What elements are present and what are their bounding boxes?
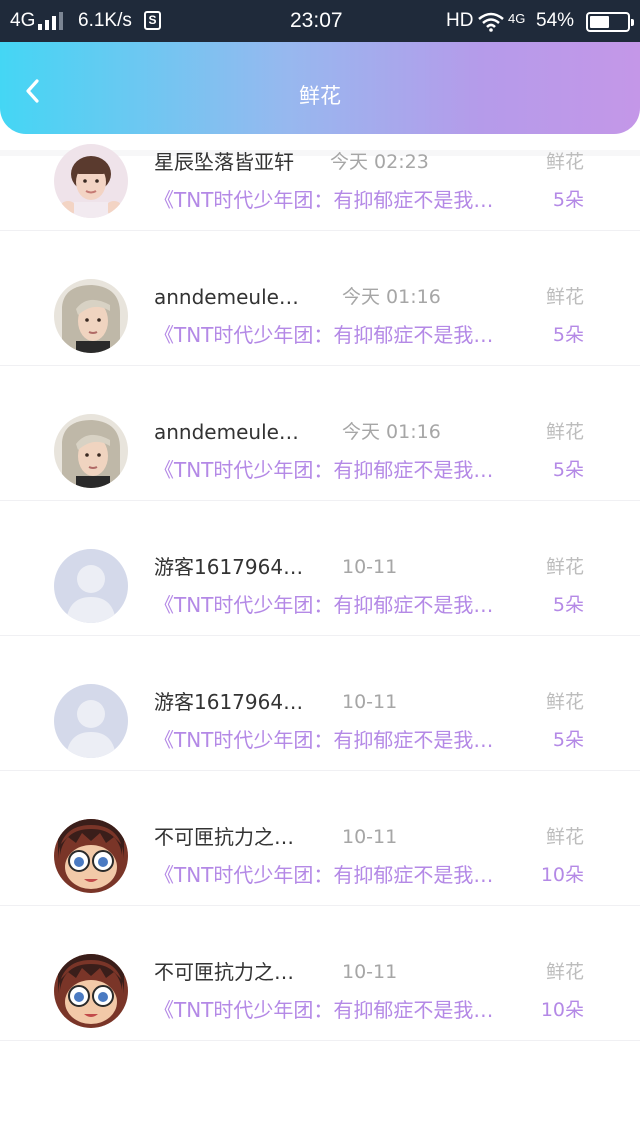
network-speed: 6.1K/s — [78, 10, 132, 31]
avatar[interactable] — [54, 279, 128, 353]
user-name[interactable]: 星辰坠落皆亚轩 — [154, 148, 314, 176]
book-title: 《TNT时代少年团：有抑郁症不是我… — [154, 863, 494, 887]
gift-type: 鲜花 — [545, 556, 584, 578]
gift-count: 5朵 — [552, 459, 584, 481]
book-title: 《TNT时代少年团：有抑郁症不是我… — [154, 458, 494, 482]
list-item[interactable]: 不可匣抗力之… 10-11 鲜花《TNT时代少年团：有抑郁症不是我… 10朵 — [0, 771, 640, 906]
user-name[interactable]: 游客1617964… — [154, 688, 314, 716]
mobile-data-label: 4G — [508, 11, 526, 26]
timestamp: 10-11 — [342, 961, 398, 983]
gift-type: 鲜花 — [545, 826, 584, 848]
list-item[interactable]: anndemeule… 今天 01:16 鲜花《TNT时代少年团：有抑郁症不是我… 5… — [0, 366, 640, 501]
timestamp: 10-11 — [342, 826, 398, 848]
clock: 23:07 — [290, 9, 343, 32]
user-name[interactable]: 不可匣抗力之… — [154, 958, 314, 986]
avatar[interactable] — [54, 819, 128, 893]
book-title: 《TNT时代少年团：有抑郁症不是我… — [154, 323, 494, 347]
timestamp: 10-11 — [342, 691, 398, 713]
timestamp: 今天 01:16 — [342, 421, 441, 443]
notification-s-icon: S — [144, 11, 161, 30]
gift-count: 5朵 — [552, 324, 584, 346]
timestamp: 今天 01:16 — [342, 286, 441, 308]
network-type: 4G — [10, 10, 36, 31]
book-title: 《TNT时代少年团：有抑郁症不是我… — [154, 188, 494, 212]
gift-count: 5朵 — [552, 189, 584, 211]
gift-count: 5朵 — [552, 594, 584, 616]
timestamp: 今天 02:23 — [330, 151, 429, 173]
gift-type: 鲜花 — [545, 961, 584, 983]
user-name[interactable]: anndemeule… — [154, 418, 314, 446]
book-title: 《TNT时代少年团：有抑郁症不是我… — [154, 728, 494, 752]
avatar[interactable] — [54, 684, 128, 758]
gift-type: 鲜花 — [545, 421, 584, 443]
gift-type: 鲜花 — [545, 286, 584, 308]
battery-icon — [586, 12, 634, 32]
user-name[interactable]: 不可匣抗力之… — [154, 823, 314, 851]
avatar[interactable] — [54, 954, 128, 1028]
gift-type: 鲜花 — [545, 691, 584, 713]
gift-type: 鲜花 — [545, 151, 584, 173]
signal-icon — [38, 12, 64, 30]
wifi-icon — [478, 12, 504, 32]
list-item[interactable]: 游客1617964… 10-11 鲜花《TNT时代少年团：有抑郁症不是我… 5朵 — [0, 636, 640, 771]
book-title: 《TNT时代少年团：有抑郁症不是我… — [154, 998, 494, 1022]
status-bar: 4G 6.1K/s S 23:07 HD 4G 54% — [0, 0, 640, 42]
timestamp: 10-11 — [342, 556, 398, 578]
list-item[interactable]: anndemeule… 今天 01:16 鲜花《TNT时代少年团：有抑郁症不是我… 5… — [0, 231, 640, 366]
avatar[interactable] — [54, 414, 128, 488]
user-name[interactable]: anndemeule… — [154, 283, 314, 311]
gift-count: 10朵 — [540, 864, 584, 886]
battery-percent: 54% — [536, 10, 575, 31]
list-item[interactable]: 星辰坠落皆亚轩 今天 02:23 鲜花《TNT时代少年团：有抑郁症不是我… 5朵 — [0, 96, 640, 231]
avatar[interactable] — [54, 144, 128, 218]
list-item[interactable]: 不可匣抗力之… 10-11 鲜花《TNT时代少年团：有抑郁症不是我… 10朵 — [0, 906, 640, 1041]
gift-count: 10朵 — [540, 999, 584, 1021]
gift-count: 5朵 — [552, 729, 584, 751]
user-name[interactable]: 游客1617964… — [154, 553, 314, 581]
list-item[interactable]: 游客1617964… 10-11 鲜花《TNT时代少年团：有抑郁症不是我… 5朵 — [0, 501, 640, 636]
battery-fill — [590, 16, 610, 28]
avatar[interactable] — [54, 549, 128, 623]
hd-label: HD — [446, 10, 474, 31]
book-title: 《TNT时代少年团：有抑郁症不是我… — [154, 593, 494, 617]
